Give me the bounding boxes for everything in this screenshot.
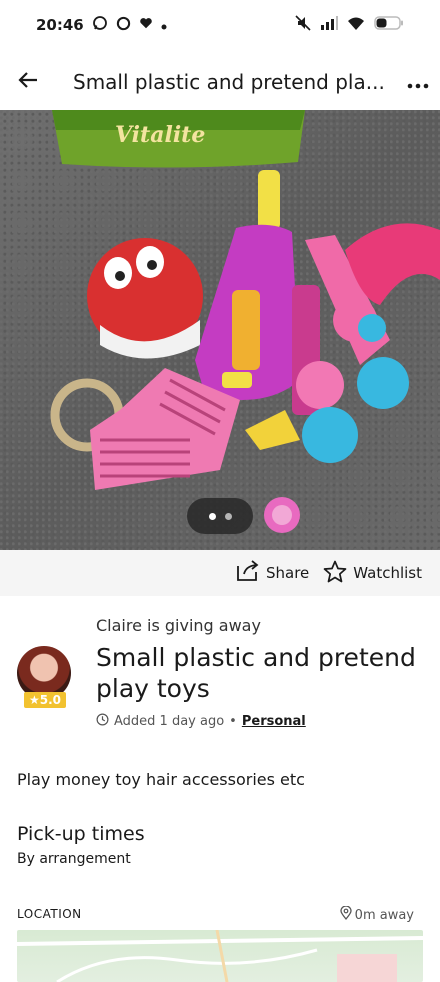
category-link[interactable]: Personal — [242, 714, 306, 729]
rating-badge: ★5.0 — [24, 692, 67, 708]
location-map[interactable] — [17, 930, 423, 982]
separator-dot: • — [229, 714, 237, 729]
watchlist-label: Watchlist — [353, 564, 422, 582]
listing-title: Small plastic and pretend play toys — [96, 643, 416, 703]
action-bar: Share Watchlist — [0, 550, 440, 596]
toys-illustration: Vitalite — [50, 110, 440, 533]
distance-text: 0m away — [354, 907, 414, 923]
distance-indicator: 0m away — [340, 905, 414, 924]
status-time: 20:46 — [36, 16, 84, 34]
map-illustration — [17, 930, 423, 982]
top-app-bar: Small plastic and pretend pla... — [0, 54, 440, 110]
heart-icon — [139, 16, 153, 34]
wifi-icon — [347, 16, 365, 34]
status-left: 20:46 — [36, 15, 167, 35]
battery-icon — [374, 16, 404, 34]
clock-icon — [96, 713, 109, 730]
listing-description: Play money toy hair accessories etc — [17, 770, 305, 789]
back-button[interactable] — [0, 54, 56, 110]
watchlist-button[interactable]: Watchlist — [323, 560, 422, 587]
whatsapp-icon — [92, 15, 108, 35]
notification-dot-icon — [161, 16, 167, 34]
share-icon — [236, 560, 260, 586]
pager-dot[interactable] — [224, 512, 232, 520]
more-options-button[interactable] — [396, 54, 440, 110]
pickup-value: By arrangement — [17, 851, 131, 867]
location-heading: LOCATION — [17, 907, 82, 921]
page-title: Small plastic and pretend pla... — [73, 70, 385, 94]
tub-brand-text: Vitalite — [115, 122, 205, 148]
pager-dot-active[interactable] — [208, 512, 216, 520]
location-pin-icon — [340, 905, 352, 924]
share-button[interactable]: Share — [236, 560, 309, 586]
giver-line: Claire is giving away — [96, 616, 261, 635]
photo-pager[interactable] — [187, 498, 253, 534]
added-time: Added 1 day ago — [114, 714, 225, 729]
star-outline-icon — [323, 560, 347, 587]
share-label: Share — [265, 564, 310, 582]
signal-icon — [320, 16, 338, 34]
listing-photo[interactable]: Vitalite — [0, 110, 440, 550]
more-vertical-dots-icon — [407, 70, 429, 95]
mute-icon — [295, 15, 311, 35]
status-right — [295, 15, 404, 35]
arrow-left-icon — [17, 71, 39, 93]
pickup-heading: Pick-up times — [17, 823, 145, 845]
circle-app-icon — [116, 16, 131, 35]
listing-meta: Added 1 day ago • Personal — [96, 713, 306, 730]
status-bar: 20:46 — [0, 0, 440, 50]
